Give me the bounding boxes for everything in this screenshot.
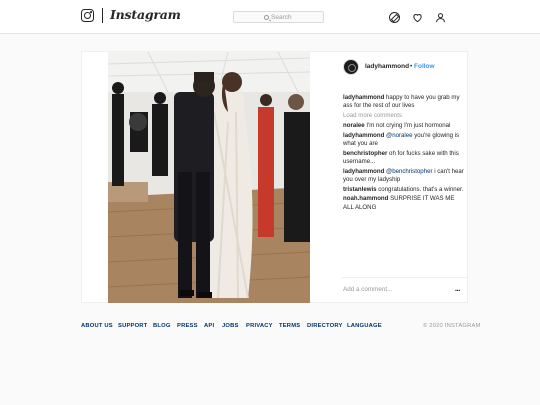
more-options-icon[interactable]: ... (455, 284, 461, 293)
footer-link-press[interactable]: PRESS (177, 323, 198, 329)
post-card: ladyhammond • Follow ladyhammond happy t… (81, 51, 468, 303)
caption-username[interactable]: ladyhammond (343, 94, 384, 101)
footer-links: ABOUT US SUPPORT BLOG PRESS API JOBS PRI… (81, 323, 401, 333)
wedding-photo (108, 52, 310, 303)
comment-username[interactable]: benchristopher (343, 150, 387, 157)
comment-mention[interactable]: @benchristopher (384, 168, 433, 175)
post-author-username[interactable]: ladyhammond (365, 63, 409, 70)
footer-link-jobs[interactable]: JOBS (222, 323, 239, 329)
comment-username[interactable]: noah.hammond (343, 195, 388, 202)
search-input[interactable]: Search (233, 11, 324, 23)
post-sidebar: ladyhammond • Follow ladyhammond happy t… (342, 52, 468, 303)
footer-link-directory[interactable]: DIRECTORY (307, 323, 343, 329)
comment-text: I'm not crying I'm just hormonal (364, 121, 451, 129)
heart-icon[interactable] (412, 12, 423, 23)
comment: tristanlewis congratulations. that's a w… (343, 186, 465, 194)
comment: ladyhammond @noralee you're glowing is w… (343, 132, 465, 148)
post-photo[interactable] (108, 52, 310, 303)
load-more-comments-link[interactable]: Load more comments (343, 112, 465, 120)
comment-username[interactable]: tristanlewis (343, 186, 377, 193)
comment-mention[interactable]: @noralee (384, 132, 413, 139)
comment-username[interactable]: ladyhammond (343, 168, 384, 175)
copyright-text: © 2020 INSTAGRAM (423, 323, 481, 329)
person-icon[interactable] (435, 12, 446, 23)
instagram-camera-icon[interactable] (81, 9, 94, 22)
footer-link-language[interactable]: LANGUAGE (347, 323, 382, 329)
footer-link-terms[interactable]: TERMS (279, 323, 300, 329)
footer-link-about-us[interactable]: ABOUT US (81, 323, 113, 329)
post-header: ladyhammond • Follow (342, 59, 468, 79)
comment: noralee I'm not crying I'm just hormonal (343, 122, 465, 130)
footer-link-blog[interactable]: BLOG (153, 323, 171, 329)
add-comment-bar: Add a comment... ... (342, 277, 468, 303)
search-placeholder: Search (271, 13, 292, 21)
footer-link-privacy[interactable]: PRIVACY (246, 323, 273, 329)
add-comment-input[interactable]: Add a comment... (343, 286, 392, 293)
avatar[interactable] (343, 59, 359, 75)
footer-link-support[interactable]: SUPPORT (118, 323, 147, 329)
comment: benchristopher oh for fucks sake with th… (343, 150, 465, 166)
follow-button[interactable]: Follow (414, 63, 435, 70)
comment: ladyhammond @benchristopher i can't hear… (343, 168, 465, 184)
comment-text: congratulations. that's a winner. (376, 185, 464, 193)
compass-icon[interactable] (389, 12, 400, 23)
search-icon (264, 14, 269, 20)
comment-username[interactable]: ladyhammond (343, 132, 384, 139)
instagram-wordmark[interactable]: Instagram (110, 7, 181, 22)
comments-section: ladyhammond happy to have you grab my as… (343, 94, 465, 213)
logo-divider (102, 8, 103, 23)
top-navigation-bar: Instagram Search (0, 0, 540, 34)
separator-dot: • (410, 63, 413, 70)
comment-username[interactable]: noralee (343, 122, 365, 129)
caption: ladyhammond happy to have you grab my as… (343, 94, 465, 110)
comment: noah.hammond SURPRISE IT WAS ME ALL ALON… (343, 195, 465, 211)
footer-link-api[interactable]: API (204, 323, 214, 329)
